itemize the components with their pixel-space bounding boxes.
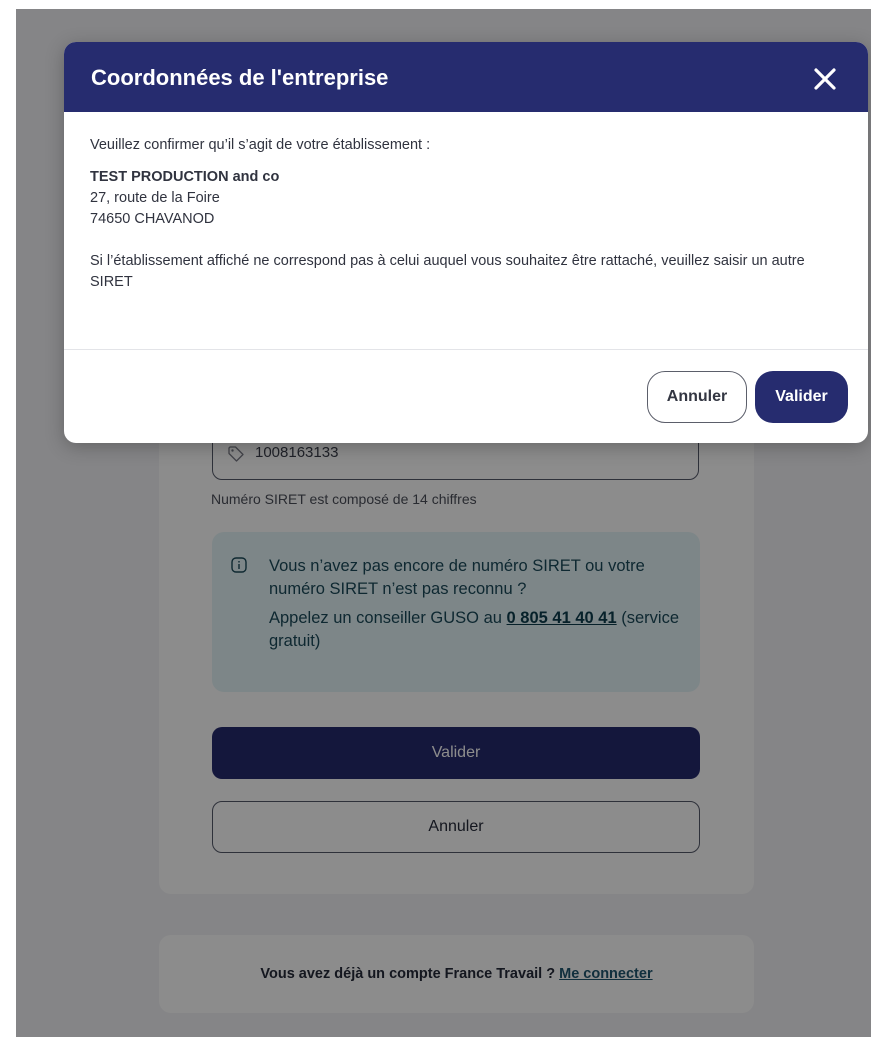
modal-cancel-button[interactable]: Annuler [647, 371, 747, 423]
company-name: TEST PRODUCTION and co [90, 169, 280, 185]
company-details-modal: Coordonnées de l'entreprise Veuillez con… [64, 42, 868, 443]
modal-divider [64, 349, 868, 350]
address-line-2: 74650 CHAVANOD [90, 211, 215, 227]
close-button[interactable] [812, 66, 838, 92]
modal-validate-button[interactable]: Valider [755, 371, 848, 423]
close-icon [814, 68, 836, 90]
confirm-intro: Veuillez confirmer qu’il s’agit de votre… [90, 137, 431, 153]
modal-header: Coordonnées de l'entreprise [64, 42, 868, 112]
address-line-1: 27, route de la Foire [90, 190, 220, 206]
siret-notice: Si l’établissement affiché ne correspond… [90, 253, 805, 290]
modal-body: Veuillez confirmer qu’il s’agit de votre… [90, 135, 840, 293]
modal-title: Coordonnées de l'entreprise [91, 65, 389, 90]
